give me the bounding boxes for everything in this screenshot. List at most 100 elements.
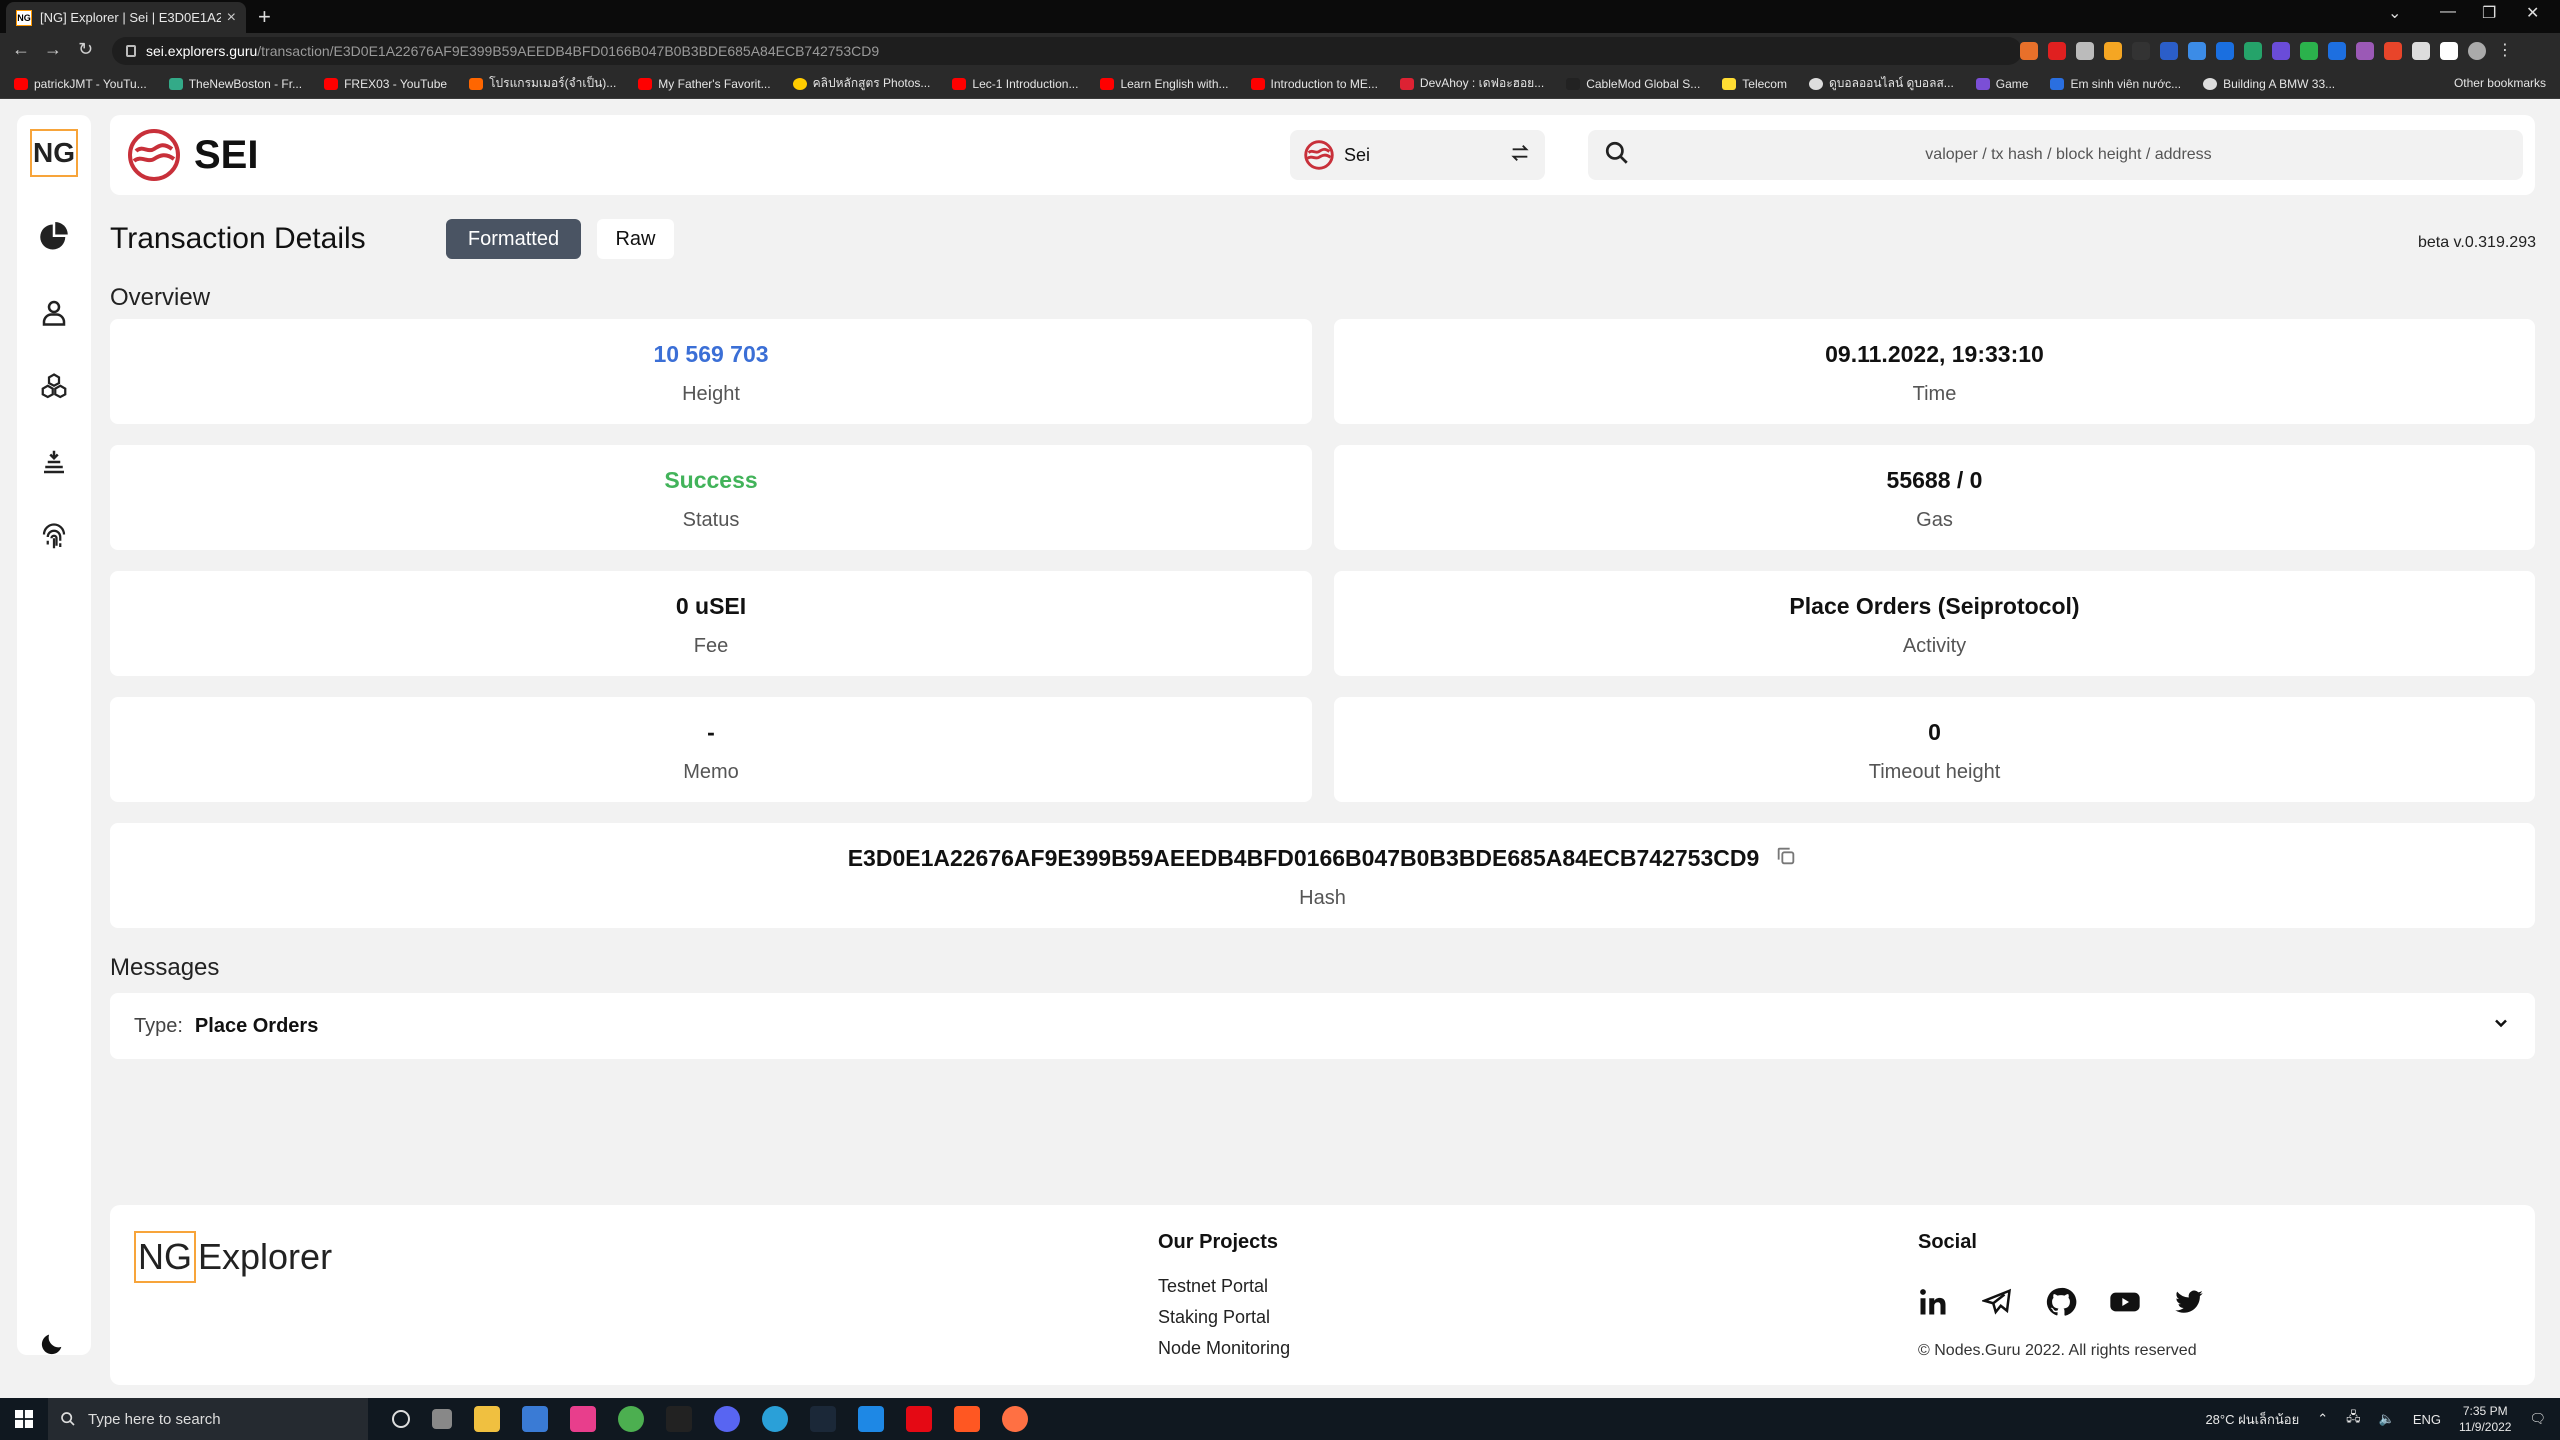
extensions-puzzle-icon[interactable] — [2412, 42, 2430, 60]
network-icon[interactable]: 🖧 — [2346, 1408, 2361, 1430]
browser-tab-active[interactable]: NG [NG] Explorer | Sei | E3D0E1A22676 × — [6, 2, 246, 33]
taskbar-search[interactable]: Type here to search — [48, 1398, 368, 1440]
windows-start-icon[interactable] — [0, 1398, 48, 1440]
other-bookmarks[interactable]: Other bookmarks — [2454, 76, 2546, 90]
brave-icon[interactable] — [1002, 1406, 1028, 1432]
cortana-icon[interactable] — [392, 1410, 410, 1428]
telegram-icon[interactable] — [1980, 1285, 2014, 1319]
search-icon[interactable] — [1604, 140, 1630, 171]
extension-icon[interactable] — [2048, 42, 2066, 60]
minimize-icon[interactable]: — — [2440, 3, 2456, 21]
extension-icon[interactable] — [2160, 42, 2178, 60]
telegram-app-icon[interactable] — [762, 1406, 788, 1432]
bookmark-item[interactable]: TheNewBoston - Fr... — [168, 77, 302, 91]
bookmark-item[interactable]: Lec-1 Introduction... — [952, 77, 1078, 91]
extension-icon[interactable] — [2020, 42, 2038, 60]
volume-icon[interactable]: 🔈 — [2379, 1411, 2395, 1427]
bookmark-item[interactable]: Game — [1975, 77, 2028, 91]
file-explorer-icon[interactable] — [474, 1406, 500, 1432]
tab-raw[interactable]: Raw — [597, 219, 674, 259]
link-node-monitoring[interactable]: Node Monitoring — [1158, 1338, 1290, 1359]
bookmark-item[interactable]: Learn English with... — [1100, 77, 1229, 91]
swap-icon[interactable] — [1509, 142, 1531, 169]
search-input[interactable] — [1630, 146, 2507, 164]
netflix-icon[interactable] — [906, 1406, 932, 1432]
maximize-icon[interactable]: ❐ — [2482, 3, 2496, 23]
forward-icon[interactable]: → — [44, 39, 62, 60]
chain-selector[interactable]: Sei — [1290, 130, 1545, 180]
bookmark-item[interactable]: DevAhoy : เดฟอะฮอย... — [1399, 74, 1544, 93]
discord-icon[interactable] — [714, 1406, 740, 1432]
extension-icon[interactable] — [2384, 42, 2402, 60]
extension-icon[interactable] — [2132, 42, 2150, 60]
bookmark-item[interactable]: ดูบอลออนไลน์ ดูบอลส... — [1808, 74, 1954, 93]
bookmark-item[interactable]: โปรแกรมเมอร์(จำเป็น)... — [469, 74, 616, 93]
linkedin-icon[interactable] — [1916, 1285, 1950, 1319]
youtube-icon[interactable] — [2108, 1285, 2142, 1319]
store-icon[interactable] — [522, 1406, 548, 1432]
tab-search-icon[interactable]: ⌄ — [2388, 3, 2401, 23]
back-icon[interactable]: ← — [12, 39, 30, 60]
clock[interactable]: 7:35 PM 11/9/2022 — [2459, 1403, 2512, 1435]
cubes-icon[interactable] — [38, 371, 70, 403]
extension-icon[interactable] — [2272, 42, 2290, 60]
extension-icon[interactable] — [2328, 42, 2346, 60]
extension-icon[interactable] — [2188, 42, 2206, 60]
notification-icon[interactable]: 🗨 — [2529, 1411, 2546, 1427]
taskbar-apps — [392, 1406, 1028, 1432]
extension-icon[interactable] — [2244, 42, 2262, 60]
search-bar[interactable] — [1588, 130, 2523, 180]
sidepanel-icon[interactable] — [2440, 42, 2458, 60]
profile-avatar-icon[interactable] — [2468, 42, 2486, 60]
bookmark-item[interactable]: คลิปหลักสูตร Photos... — [792, 74, 930, 93]
extension-icon[interactable] — [2216, 42, 2234, 60]
sei-logo[interactable]: SEI — [128, 129, 258, 181]
reload-icon[interactable]: ↻ — [78, 39, 93, 60]
lock-icon[interactable] — [126, 45, 136, 57]
footer-logo[interactable]: NG Explorer — [134, 1231, 332, 1283]
dark-mode-icon[interactable] — [38, 1330, 70, 1362]
weather-widget[interactable]: 28°C ฝนเล็กน้อย — [2205, 1409, 2299, 1430]
steam-icon[interactable] — [810, 1406, 836, 1432]
github-icon[interactable] — [2044, 1285, 2078, 1319]
app-icon[interactable] — [954, 1406, 980, 1432]
link-testnet-portal[interactable]: Testnet Portal — [1158, 1276, 1268, 1297]
tab-favicon-icon: NG — [16, 9, 32, 26]
language-indicator[interactable]: ENG — [2413, 1412, 2441, 1427]
bookmark-item[interactable]: Building A BMW 33... — [2203, 77, 2335, 91]
bookmark-item[interactable]: CableMod Global S... — [1566, 77, 1700, 91]
browser-menu-icon[interactable]: ⋮ — [2496, 42, 2514, 60]
tradingview-icon[interactable] — [666, 1406, 692, 1432]
pie-chart-icon[interactable] — [38, 221, 70, 253]
bookmark-item[interactable]: Em sinh viên nước... — [2050, 77, 2181, 91]
chrome-icon[interactable] — [618, 1406, 644, 1432]
bookmark-item[interactable]: My Father's Favorit... — [638, 77, 771, 91]
window-close-icon[interactable]: ✕ — [2526, 3, 2539, 23]
extension-icon[interactable] — [2356, 42, 2374, 60]
extension-icon[interactable] — [2104, 42, 2122, 60]
new-tab-icon[interactable]: + — [258, 4, 271, 30]
sidebar-logo[interactable]: NG — [30, 129, 78, 177]
height-value[interactable]: 10 569 703 — [110, 341, 1312, 368]
copy-icon[interactable] — [1775, 845, 1797, 872]
extension-icon[interactable] — [2076, 42, 2094, 60]
tray-chevron-icon[interactable]: ⌃ — [2317, 1411, 2328, 1427]
bookmark-item[interactable]: FREX03 - YouTube — [324, 77, 447, 91]
twitter-icon[interactable] — [2172, 1285, 2206, 1319]
bookmark-item[interactable]: patrickJMT - YouTu... — [14, 77, 147, 91]
chevron-down-icon[interactable] — [2491, 1013, 2511, 1039]
bookmark-item[interactable]: Telecom — [1722, 77, 1787, 91]
task-view-icon[interactable] — [432, 1409, 452, 1429]
address-bar[interactable]: sei.explorers.guru /transaction/E3D0E1A2… — [112, 37, 2022, 65]
link-staking-portal[interactable]: Staking Portal — [1158, 1307, 1270, 1328]
extension-icon[interactable] — [2300, 42, 2318, 60]
fingerprint-icon[interactable] — [38, 521, 70, 553]
user-icon[interactable] — [38, 296, 70, 328]
stack-icon[interactable] — [38, 446, 70, 478]
tab-close-icon[interactable]: × — [227, 9, 236, 27]
tab-formatted[interactable]: Formatted — [446, 219, 581, 259]
bookmark-item[interactable]: Introduction to ME... — [1250, 77, 1378, 91]
media-player-icon[interactable] — [570, 1406, 596, 1432]
mail-icon[interactable] — [858, 1406, 884, 1432]
message-accordion[interactable]: Type: Place Orders — [110, 993, 2535, 1059]
